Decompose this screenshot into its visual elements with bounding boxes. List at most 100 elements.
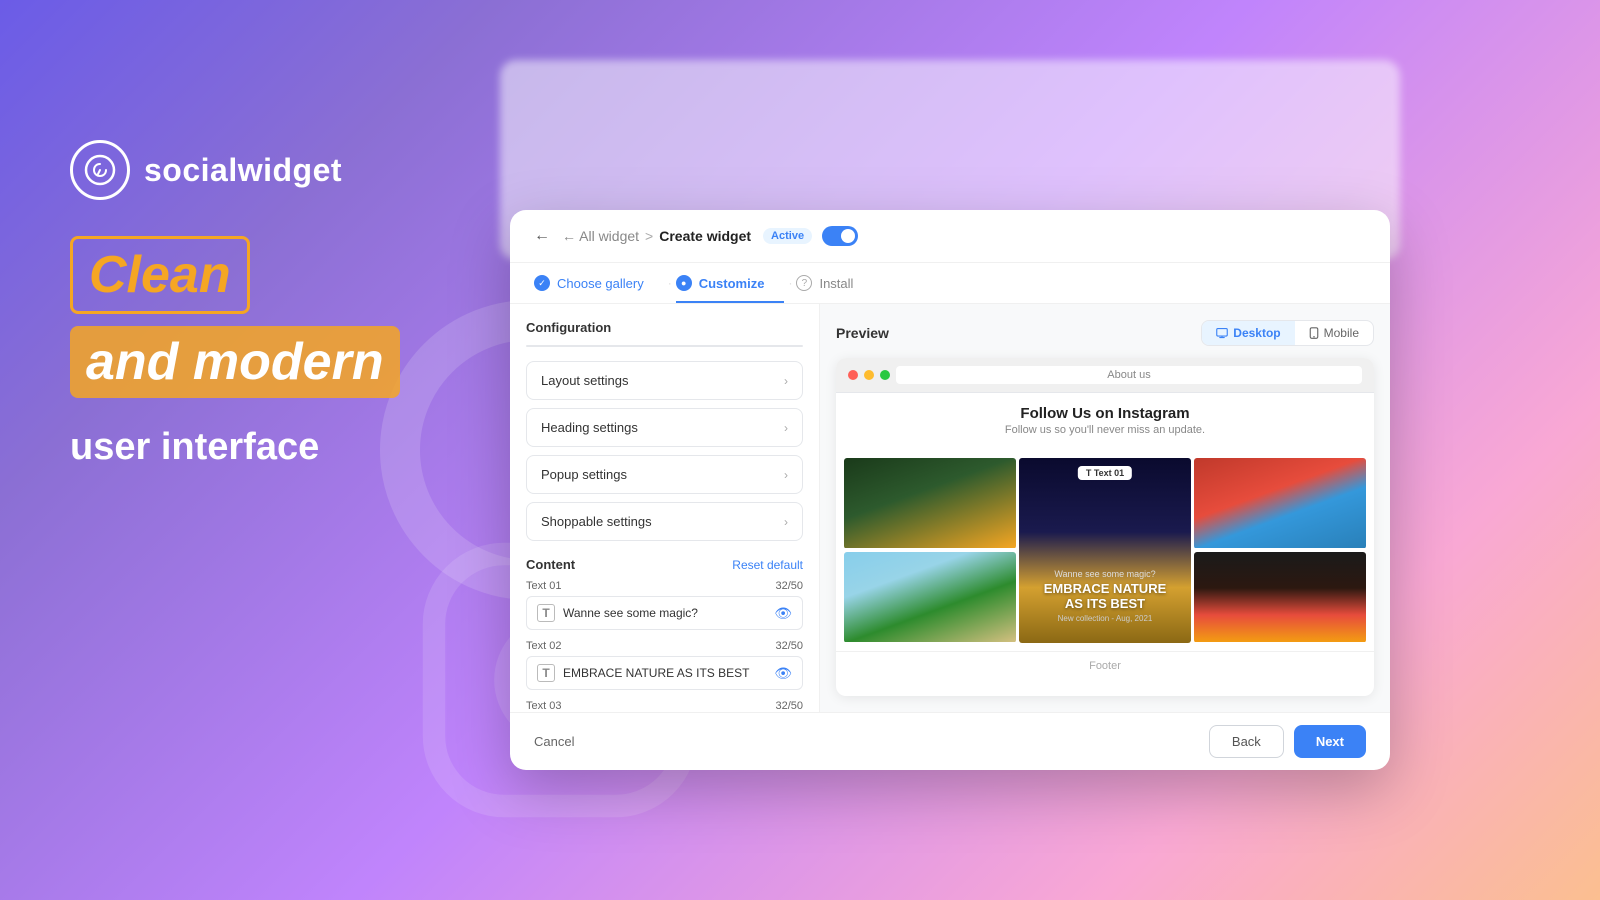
text-field-label-01: Text 01 32/50 [526, 580, 803, 592]
tagline-sub-text: user interface [70, 426, 400, 469]
mobile-icon [1309, 327, 1319, 339]
text-type-icon-02: T [537, 664, 555, 682]
text-field-label-02: Text 02 32/50 [526, 640, 803, 652]
content-header: Content Reset default [526, 557, 803, 572]
text-input-wrapper-01: T 👁 [526, 596, 803, 630]
step-check-customize: ● [676, 275, 692, 291]
tagline-clean-box: Clean [70, 236, 250, 314]
preview-desktop-btn[interactable]: Desktop [1202, 321, 1294, 345]
overlay-text-area: Wanne see some magic? EMBRACE NATUREAS I… [1019, 569, 1191, 623]
browser-dot-red [848, 370, 858, 380]
preview-mobile-btn[interactable]: Mobile [1295, 321, 1373, 345]
logo-icon [70, 140, 130, 200]
step-separator-1: · [668, 276, 672, 290]
active-badge: Active [763, 228, 812, 244]
main-modal: ← ← All widget > Create widget Active ✓ … [510, 210, 1390, 770]
settings-row-layout[interactable]: Layout settings › [526, 361, 803, 400]
overlay-date-text: New collection - Aug, 2021 [1019, 614, 1191, 623]
image-forest [844, 458, 1016, 548]
chevron-right-icon-shoppable: › [784, 515, 788, 529]
field-counter-02: 32/50 [775, 640, 803, 652]
desktop-icon [1216, 327, 1228, 339]
steps-navigation: ✓ Choose gallery · ● Customize · ? Insta… [510, 263, 1390, 304]
modal-header: ← ← All widget > Create widget Active [510, 210, 1390, 263]
breadcrumb-all-widget[interactable]: ← All widget [562, 228, 639, 244]
chevron-right-icon: › [784, 374, 788, 388]
preview-browser-toolbar: About us [836, 358, 1374, 393]
right-panel-preview: Preview Desktop Mobile [820, 304, 1390, 712]
breadcrumb-current: Create widget [659, 228, 751, 244]
overlay-small-text: Wanne see some magic? [1019, 569, 1191, 579]
field-counter-03: 32/50 [775, 700, 803, 712]
field-name-02: Text 02 [526, 640, 561, 652]
cancel-button[interactable]: Cancel [534, 734, 574, 749]
browser-url-bar: About us [896, 366, 1362, 384]
settings-row-heading[interactable]: Heading settings › [526, 408, 803, 447]
chevron-right-icon-popup: › [784, 468, 788, 482]
field-counter-01: 32/50 [775, 580, 803, 592]
visibility-toggle-01[interactable]: 👁 [774, 605, 792, 622]
text-input-01[interactable] [563, 606, 766, 620]
step-separator-2: · [788, 276, 792, 290]
tagline-modern-text: and modern [86, 333, 384, 391]
browser-dot-green [880, 370, 890, 380]
instagram-image-grid: T Text 01 Wanne see some magic? EMBRACE … [836, 458, 1374, 643]
preview-header: Preview Desktop Mobile [836, 320, 1374, 346]
browser-dot-yellow [864, 370, 874, 380]
modal-body: Configuration Desktop Mobile Layout sett… [510, 304, 1390, 712]
grid-image-4 [844, 552, 1016, 643]
chevron-right-icon-heading: › [784, 421, 788, 435]
active-toggle[interactable] [822, 226, 858, 246]
modal-footer: Cancel Back Next [510, 712, 1390, 770]
tab-mobile[interactable]: Mobile [665, 346, 803, 347]
text-field-label-03: Text 03 32/50 [526, 700, 803, 712]
settings-row-popup[interactable]: Popup settings › [526, 455, 803, 494]
back-navigation-arrow[interactable]: ← [534, 227, 550, 245]
overlay-badge-text: T Text 01 [1086, 468, 1124, 478]
step-choose-gallery[interactable]: ✓ Choose gallery [534, 263, 664, 303]
step-check-install: ? [796, 275, 812, 291]
preview-subtext: Follow us so you'll never miss an update… [852, 424, 1358, 436]
breadcrumb: ← All widget > Create widget Active [562, 226, 858, 246]
field-name-01: Text 01 [526, 580, 561, 592]
settings-row-shoppable[interactable]: Shoppable settings › [526, 502, 803, 541]
settings-label-popup: Popup settings [541, 467, 627, 482]
step-customize[interactable]: ● Customize [676, 263, 785, 303]
settings-label-shoppable: Shoppable settings [541, 514, 652, 529]
text-field-group-01: Text 01 32/50 T 👁 [526, 580, 803, 630]
visibility-toggle-02[interactable]: 👁 [774, 665, 792, 682]
back-button[interactable]: Back [1209, 725, 1284, 758]
reset-default-button[interactable]: Reset default [732, 558, 803, 572]
text-field-group-02: Text 02 32/50 T 👁 [526, 640, 803, 690]
settings-label-heading: Heading settings [541, 420, 638, 435]
text-type-icon-01: T [537, 604, 555, 622]
tagline-modern-box: and modern [70, 326, 400, 398]
branding-area: socialwidget Clean and modern user inter… [70, 140, 400, 469]
step-install[interactable]: ? Install [796, 263, 873, 303]
preview-instagram-heading: Follow Us on Instagram [852, 405, 1358, 422]
breadcrumb-sep: > [645, 228, 653, 244]
logo-area: socialwidget [70, 140, 400, 200]
preview-mobile-label: Mobile [1324, 326, 1359, 340]
footer-action-buttons: Back Next [1209, 725, 1366, 758]
config-label: Configuration [526, 320, 803, 335]
preview-label: Preview [836, 325, 889, 341]
overlay-badge: T Text 01 [1078, 466, 1132, 480]
next-button[interactable]: Next [1294, 725, 1366, 758]
step-check-gallery: ✓ [534, 275, 550, 291]
grid-image-center: T Text 01 Wanne see some magic? EMBRACE … [1019, 458, 1191, 643]
grid-image-5 [1194, 552, 1366, 643]
grid-image-3 [1194, 458, 1366, 549]
tagline-clean-text: Clean [89, 246, 231, 304]
text-field-group-03: Text 03 32/50 T 👁 [526, 700, 803, 712]
preview-device-toggle: Desktop Mobile [1201, 320, 1374, 346]
left-panel: Configuration Desktop Mobile Layout sett… [510, 304, 820, 712]
settings-label-layout: Layout settings [541, 373, 628, 388]
step-label-customize: Customize [699, 276, 765, 291]
text-input-02[interactable] [563, 666, 766, 680]
preview-card: About us Follow Us on Instagram Follow u… [836, 358, 1374, 696]
image-hiking [1194, 458, 1366, 548]
config-tabs: Desktop Mobile [526, 345, 803, 347]
tab-desktop[interactable]: Desktop [527, 346, 665, 347]
preview-main-content: Follow Us on Instagram Follow us so you'… [836, 393, 1374, 458]
